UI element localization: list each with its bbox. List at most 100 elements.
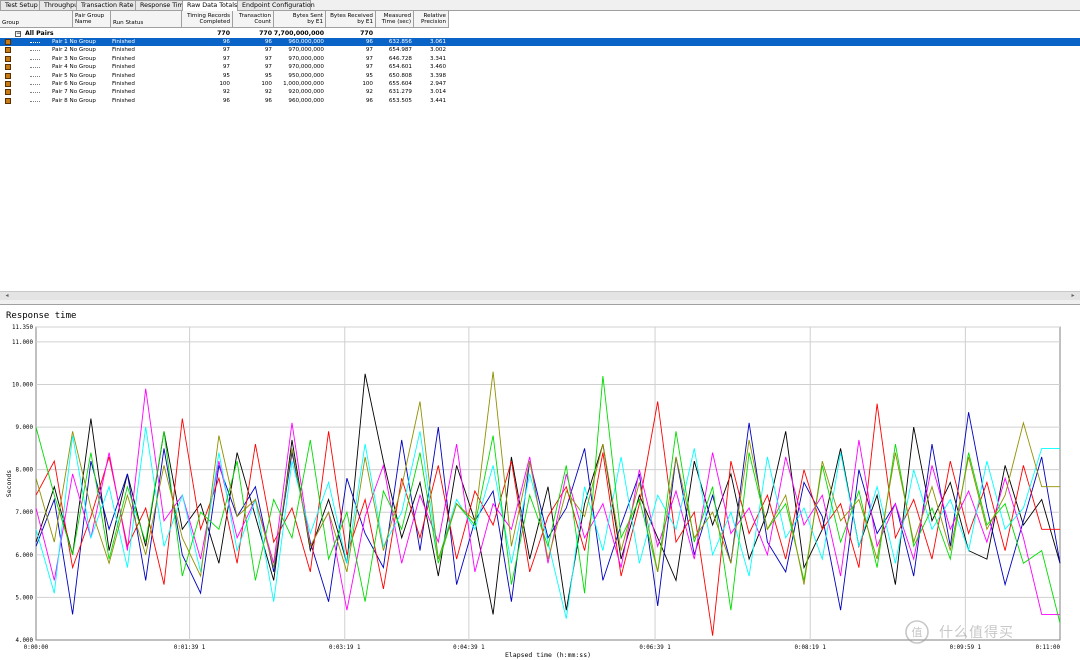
table-row-all-pairs[interactable]: − All Pairs 770 770 7,700,000,000 770 <box>0 30 450 38</box>
cell-received: 100 <box>362 81 373 87</box>
x-tick-label: 0:00:00 <box>24 645 49 651</box>
endpoint-pair-icon <box>5 47 11 54</box>
cell-pair: Pair 3 No Group <box>52 55 96 62</box>
cell-pair: Pair 1 No Group <box>52 39 96 45</box>
cell-timing: 96 <box>222 97 230 104</box>
cell-precision: 3.460 <box>429 64 446 71</box>
column-header-timing-records[interactable]: Timing Records Completed <box>182 11 233 28</box>
column-header-bytes-sent[interactable]: Bytes Sent by E1 <box>274 11 326 28</box>
tab-throughput[interactable]: Throughput <box>39 0 81 10</box>
cell-received: 95 <box>365 72 373 79</box>
cell-time: 631.279 <box>388 89 412 96</box>
cell-time: 654.601 <box>388 64 412 71</box>
cell-sent: 960,000,000 <box>288 39 324 45</box>
y-tick-label: 9.000 <box>16 425 34 431</box>
table-row[interactable]: Pair 6 No Group Finished 100 100 1,000,000,0… <box>0 80 450 88</box>
cell-count: 97 <box>264 55 272 62</box>
table-row[interactable]: Pair 5 No Group Finished 95 95 950,000,000 95… <box>0 72 450 80</box>
endpoint-pair-icon <box>5 55 11 62</box>
cell-precision: 3.002 <box>429 47 446 54</box>
raw-data-grid: Group Pair Group Name Run Status Timing … <box>0 11 1080 294</box>
cell-time: 650.808 <box>388 72 412 79</box>
column-header-transaction-count[interactable]: Transaction Count <box>233 11 274 28</box>
total-transaction-count: 770 <box>259 30 272 37</box>
cell-time: 654.987 <box>388 47 412 54</box>
collapse-toggle[interactable]: − <box>15 31 21 37</box>
tab-endpoint-configuration[interactable]: Endpoint Configuration <box>237 0 315 10</box>
cell-received: 97 <box>365 55 373 62</box>
table-row[interactable]: Pair 7 No Group Finished 92 92 920,000,000 92… <box>0 88 450 96</box>
cell-timing: 97 <box>222 47 230 54</box>
tab-bar: Test Setup Throughput Transaction Rate R… <box>0 0 1080 11</box>
horizontal-scrollbar[interactable]: ◂ ▸ <box>0 291 1080 300</box>
table-row[interactable]: Pair 1 No Group Finished 96 96 960,000,000 96… <box>0 38 1080 46</box>
endpoint-pair-icon <box>5 97 11 104</box>
cell-pair: Pair 2 No Group <box>52 47 96 54</box>
column-header-bytes-received[interactable]: Bytes Received by E1 <box>326 11 376 28</box>
cell-count: 96 <box>264 39 272 45</box>
cell-received: 92 <box>365 89 373 96</box>
cell-received: 97 <box>365 64 373 71</box>
cell-sent: 970,000,000 <box>288 55 324 62</box>
tree-connector <box>30 67 40 69</box>
response-time-chart-panel: 4.000 5.000 6.000 7.000 8.000 9.000 10.000 11.0… <box>0 304 1080 660</box>
tree-connector <box>30 100 40 102</box>
column-header-run-status[interactable]: Run Status <box>111 11 182 28</box>
y-tick-label: 4.000 <box>16 638 34 644</box>
grid-header: Group Pair Group Name Run Status Timing … <box>0 11 450 29</box>
response-time-chart: 4.000 5.000 6.000 7.000 8.000 9.000 10.000 11.0… <box>5 325 1061 659</box>
cell-pair: Pair 8 No Group <box>52 97 96 104</box>
cell-time: 646.728 <box>388 55 412 62</box>
cell-sent: 1,000,000,000 <box>283 81 324 87</box>
tree-connector <box>30 92 40 94</box>
cell-pair: Pair 4 No Group <box>52 64 96 71</box>
column-header-group[interactable]: Group <box>0 11 73 28</box>
tab-raw-data-totals[interactable]: Raw Data Totals <box>182 0 238 11</box>
x-tick-label: 0:08:19 1 <box>794 645 826 651</box>
cell-time: 632.856 <box>388 39 412 45</box>
cell-count: 95 <box>264 72 272 79</box>
cell-sent: 970,000,000 <box>288 64 324 71</box>
cell-timing: 97 <box>222 64 230 71</box>
cell-time: 653.505 <box>388 97 412 104</box>
tree-connector <box>30 50 40 52</box>
scroll-right-icon[interactable]: ▸ <box>1068 292 1078 300</box>
cell-pair: Pair 7 No Group <box>52 89 96 96</box>
endpoint-pair-icon <box>5 72 11 79</box>
table-row[interactable]: Pair 3 No Group Finished 97 97 970,000,000 97… <box>0 55 450 63</box>
endpoint-pair-icon <box>5 64 11 71</box>
cell-sent: 950,000,000 <box>288 72 324 79</box>
cell-precision: 3.341 <box>429 55 446 62</box>
total-bytes-sent: 7,700,000,000 <box>273 30 324 37</box>
tree-connector <box>30 58 40 60</box>
cell-precision: 3.061 <box>429 39 446 45</box>
table-row[interactable]: Pair 4 No Group Finished 97 97 970,000,000 97… <box>0 63 450 71</box>
all-pairs-label: All Pairs <box>25 30 54 37</box>
x-tick-label: 0:03:19 1 <box>329 645 361 651</box>
column-header-relative-precision[interactable]: Relative Precision <box>414 11 449 28</box>
column-header-pair-group-name[interactable]: Pair Group Name <box>73 11 111 28</box>
tab-transaction-rate[interactable]: Transaction Rate <box>76 0 136 10</box>
y-tick-label: 11.000 <box>12 340 33 346</box>
table-row[interactable]: Pair 8 No Group Finished 96 96 960,000,000 96… <box>0 97 450 105</box>
cell-received: 96 <box>365 39 373 45</box>
x-tick-label: 0:06:39 1 <box>639 645 671 651</box>
cell-status: Finished <box>112 97 135 104</box>
x-tick-label: 0:01:39 1 <box>174 645 206 651</box>
table-row[interactable]: Pair 2 No Group Finished 97 97 970,000,000 97… <box>0 46 450 54</box>
cell-pair: Pair 6 No Group <box>52 81 96 87</box>
cell-timing: 95 <box>222 72 230 79</box>
tree-connector <box>30 42 40 43</box>
cell-status: Finished <box>112 81 135 87</box>
column-header-measured-time[interactable]: Measured Time (sec) <box>376 11 414 28</box>
tab-test-setup[interactable]: Test Setup <box>0 0 40 10</box>
tab-response-time[interactable]: Response Time <box>135 0 188 10</box>
cell-count: 97 <box>264 64 272 71</box>
cell-sent: 960,000,000 <box>288 97 324 104</box>
cell-count: 97 <box>264 47 272 54</box>
y-tick-label: 6.000 <box>16 553 34 559</box>
svg-text:什么值得买: 什么值得买 <box>939 624 1014 641</box>
y-tick-label: 7.000 <box>16 510 34 516</box>
scroll-left-icon[interactable]: ◂ <box>2 292 12 300</box>
x-tick-label: 0:04:39 1 <box>453 645 485 651</box>
